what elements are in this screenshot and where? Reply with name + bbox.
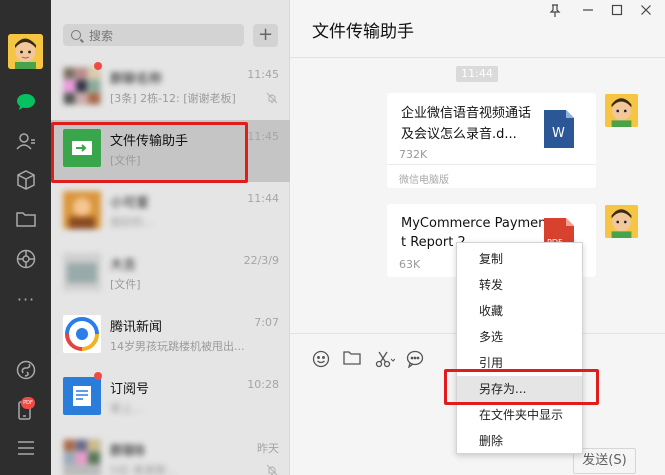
menu-item-show-in-folder[interactable]: 在文件夹中显示 <box>457 402 582 428</box>
context-menu: 复制 转发 收藏 多选 引用 另存为... 在文件夹中显示 删除 <box>456 242 583 454</box>
chat-name: 小可爱 <box>110 196 150 211</box>
pin-icon[interactable] <box>548 4 562 18</box>
chat-item-contact[interactable]: 大吉 [文件] 22/3/9 <box>51 244 290 306</box>
chat-item-group[interactable]: 群聊B D区·某某群... 昨天 <box>51 430 290 475</box>
chat-preview: 掌上... <box>110 402 143 415</box>
chat-name: 群聊名称 <box>110 72 163 87</box>
chat-item-contact[interactable]: 小可爱 很好的... 11:44 <box>51 182 290 244</box>
group-avatar <box>63 439 101 475</box>
self-avatar[interactable] <box>605 94 638 127</box>
close-icon[interactable] <box>639 4 653 18</box>
word-file-icon: W <box>544 110 574 148</box>
unread-dot <box>94 372 102 380</box>
chat-name: 订阅号 <box>110 382 150 397</box>
chat-item-subscriptions[interactable]: 订阅号 掌上... 10:28 <box>51 368 290 430</box>
menu-icon[interactable] <box>13 435 39 461</box>
files-icon[interactable] <box>13 206 39 232</box>
chat-preview: D区·某某群... <box>110 464 177 475</box>
chat-item-group[interactable]: 群聊名称 [3条] 2栋-12: [谢谢老板] 11:45 <box>51 58 290 120</box>
subscriptions-avatar <box>63 377 101 415</box>
folder-icon[interactable] <box>343 350 361 368</box>
contact-avatar <box>63 253 101 291</box>
search-placeholder: 搜索 <box>89 28 114 43</box>
chat-name: 大吉 <box>110 258 137 273</box>
file-message-doc[interactable]: 企业微信语音视频通话及会议怎么录音.d... 732K 微信电脑版 W <box>387 93 596 188</box>
chat-time: 11:45 <box>247 68 279 81</box>
chat-preview: 14岁男孩玩跳楼机被甩出... <box>110 340 245 353</box>
chat-time: 10:28 <box>247 378 279 391</box>
highlight-box-chat <box>51 122 248 183</box>
menu-item-favorite[interactable]: 收藏 <box>457 298 582 324</box>
more-icon[interactable]: ··· <box>13 286 39 312</box>
chat-icon[interactable] <box>13 89 39 115</box>
chat-time: 昨天 <box>257 442 279 455</box>
menu-item-multiselect[interactable]: 多选 <box>457 324 582 350</box>
chat-preview: [文件] <box>110 278 141 291</box>
chat-title: 文件传输助手 <box>312 22 414 42</box>
contact-avatar <box>63 191 101 229</box>
chat-name: 群聊B <box>110 444 145 459</box>
nav-rail: ··· PDF <box>0 0 51 475</box>
file-source: 微信电脑版 <box>399 175 449 186</box>
file-size: 732K <box>399 148 428 161</box>
chat-time: 11:45 <box>247 130 279 143</box>
highlight-box-save-as <box>444 369 599 405</box>
screenshot-scissors-icon[interactable] <box>375 350 396 368</box>
phone-badge: PDF <box>21 397 35 409</box>
emoji-icon[interactable] <box>312 350 330 368</box>
chat-header: 文件传输助手 <box>290 0 665 58</box>
tencent-news-avatar <box>63 315 101 353</box>
file-name: 企业微信语音视频通话及会议怎么录音.d... <box>401 106 532 142</box>
chat-name: 腾讯新闻 <box>110 320 163 335</box>
chat-preview: [3条] 2栋-12: [谢谢老板] <box>110 92 236 105</box>
chat-time: 22/3/9 <box>243 254 279 267</box>
group-avatar <box>63 67 101 105</box>
minimize-icon[interactable] <box>581 4 595 18</box>
menu-item-forward[interactable]: 转发 <box>457 272 582 298</box>
menu-item-delete[interactable]: 删除 <box>457 428 582 454</box>
contacts-icon[interactable] <box>13 128 39 154</box>
user-avatar[interactable] <box>8 34 43 69</box>
maximize-icon[interactable] <box>610 4 624 18</box>
favorites-icon[interactable] <box>13 167 39 193</box>
chat-time: 7:07 <box>254 316 279 329</box>
chat-list-panel: 搜索 + 群聊名称 [3条] 2栋-12: [谢谢老板] 11:45 文件传输助… <box>51 0 290 475</box>
card-divider <box>387 164 596 165</box>
chat-time: 11:44 <box>247 192 279 205</box>
chat-preview: 很好的... <box>110 216 154 229</box>
mute-bell-icon <box>266 464 278 475</box>
mute-bell-icon <box>266 92 278 104</box>
chat-item-tencent-news[interactable]: 腾讯新闻 14岁男孩玩跳楼机被甩出... 7:07 <box>51 306 290 368</box>
add-button[interactable]: + <box>253 24 278 47</box>
message-timestamp: 11:44 <box>456 66 498 82</box>
file-size: 63K <box>399 258 421 271</box>
svg-text:W: W <box>552 126 565 141</box>
moments-icon[interactable] <box>13 246 39 272</box>
search-input[interactable]: 搜索 <box>63 24 244 46</box>
search-icon <box>71 30 81 40</box>
unread-dot <box>94 62 102 70</box>
chat-history-icon[interactable] <box>406 350 424 369</box>
mini-program-icon[interactable] <box>13 357 39 383</box>
self-avatar[interactable] <box>605 205 638 238</box>
menu-item-copy[interactable]: 复制 <box>457 246 582 272</box>
